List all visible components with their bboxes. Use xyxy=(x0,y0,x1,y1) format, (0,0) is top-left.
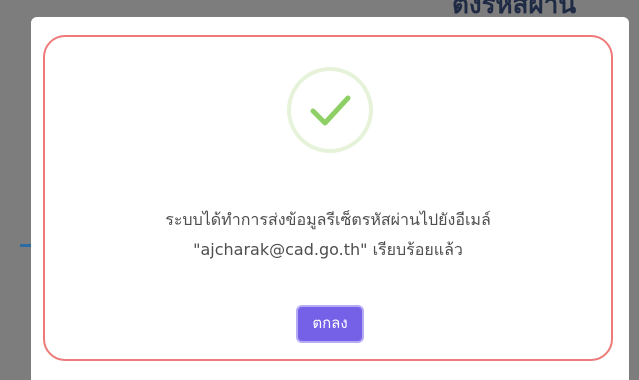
dialog-content-frame: ระบบได้ทำการส่งข้อมูลรีเซ็ตรหัสผ่านไปยัง… xyxy=(43,35,613,361)
success-icon-ring xyxy=(287,67,373,153)
message-line-1: ระบบได้ทำการส่งข้อมูลรีเซ็ตรหัสผ่านไปยัง… xyxy=(165,210,491,229)
ok-button[interactable]: ตกลง xyxy=(296,305,364,343)
dialog-message: ระบบได้ทำการส่งข้อมูลรีเซ็ตรหัสผ่านไปยัง… xyxy=(45,205,611,265)
message-line-2: "ajcharak@cad.go.th" เรียบร้อยแล้ว xyxy=(193,240,463,259)
check-icon xyxy=(310,95,351,126)
success-dialog: ระบบได้ทำการส่งข้อมูลรีเซ็ตรหัสผ่านไปยัง… xyxy=(31,17,629,380)
